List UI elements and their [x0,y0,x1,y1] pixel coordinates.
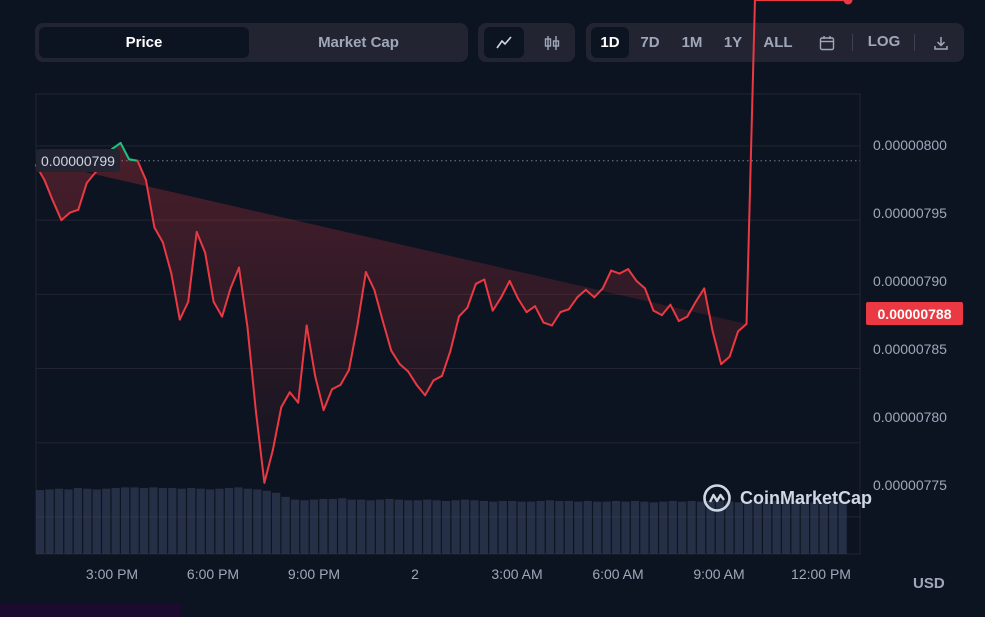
volume-bar [593,501,602,554]
volume-bar [432,500,441,554]
bottom-strip [0,603,181,617]
volume-bar [526,501,536,554]
volume-bar [272,492,281,554]
volume-bar [149,487,158,554]
volume-bar [205,489,215,554]
volume-bar [158,488,167,554]
volume-bar [309,499,319,554]
volume-bar [385,498,394,554]
volume-bar [215,488,224,554]
volume-bar [187,488,196,554]
volume-bar [555,500,564,554]
volume-bar [347,499,356,554]
x-tick-label: 12:00 PM [791,566,851,582]
x-tick-label: 6:00 AM [592,566,644,582]
volume-bar [423,499,432,554]
volume-bar [319,498,328,554]
volume-bar [338,498,347,554]
volume-bar [102,488,111,554]
watermark-text: CoinMarketCap [740,487,873,508]
volume-bar [536,500,545,554]
volume-bar [621,501,630,554]
volume-bar [111,488,120,554]
volume-bar [328,498,337,554]
volume-bar [281,496,290,554]
volume-bar [442,500,451,554]
currency-label: USD [913,575,945,592]
y-tick-label: 0.00000790 [873,273,947,289]
volume-bar [611,500,621,554]
y-tick-label: 0.00000780 [873,409,947,425]
coinmarketcap-watermark: CoinMarketCap [702,483,872,513]
volume-bar [640,501,649,554]
volume-bar [139,488,149,554]
volume-bar [262,490,271,554]
y-tick-label: 0.00000785 [873,341,947,357]
volume-bar [290,499,300,554]
y-tick-label: 0.00000800 [873,137,947,153]
price-chart[interactable] [0,0,985,617]
volume-bar [574,501,583,554]
y-tick-label: 0.00000795 [873,205,947,221]
volume-bar [375,499,385,554]
volume-bar [253,489,262,554]
x-tick-label: 9:00 PM [287,566,341,582]
volume-bar [508,500,517,554]
volume-bar [479,500,489,554]
volume-bar [564,500,573,554]
volume-bar [498,500,507,554]
x-tick-label: 3:00 AM [491,566,543,582]
volume-bar [678,501,687,554]
volume-bar [64,489,73,554]
volume-bar [489,501,498,554]
y-tick-label: 0.00000775 [873,477,947,493]
volume-bar [394,499,404,554]
volume-bar [177,488,186,554]
start-price-label: 0.00000799 [36,149,120,172]
price-line-segment [745,0,756,325]
volume-bar [300,500,309,554]
price-area [36,143,747,483]
volume-bar [687,500,696,554]
volume-bar [92,489,101,554]
volume-bar [73,488,83,554]
volume-bar [583,500,592,554]
volume-bar [83,488,92,554]
volume-bar [470,500,479,554]
volume-bar [545,500,555,554]
volume-bar [366,500,375,554]
current-price-badge: 0.00000788 [866,302,963,325]
volume-bar [451,500,460,554]
volume-bar [45,489,54,554]
volume-bar [659,501,668,554]
volume-bar [460,499,470,554]
volume-bar [168,488,177,554]
volume-bar [234,487,243,554]
x-tick-label: 3:00 PM [85,566,139,582]
volume-bar [668,500,677,554]
coinmarketcap-logo-icon [703,484,731,512]
volume-bar [36,490,45,554]
x-tick-label: 9:00 AM [693,566,745,582]
volume-bar [649,502,658,554]
volume-bar [120,487,130,554]
volume-bar [630,500,640,554]
volume-bar [54,488,64,554]
volume-bar [602,501,611,554]
volume-bar [517,501,526,554]
x-tick-label: 2 [411,566,419,582]
volume-bar [224,488,234,554]
volume-bar [413,500,422,554]
volume-bar [196,488,205,554]
volume-bar [130,487,139,554]
volume-bar [357,499,366,554]
volume-bar [404,500,413,554]
volume-bar [243,488,252,554]
x-tick-label: 6:00 PM [186,566,240,582]
current-price-dot [843,0,853,5]
